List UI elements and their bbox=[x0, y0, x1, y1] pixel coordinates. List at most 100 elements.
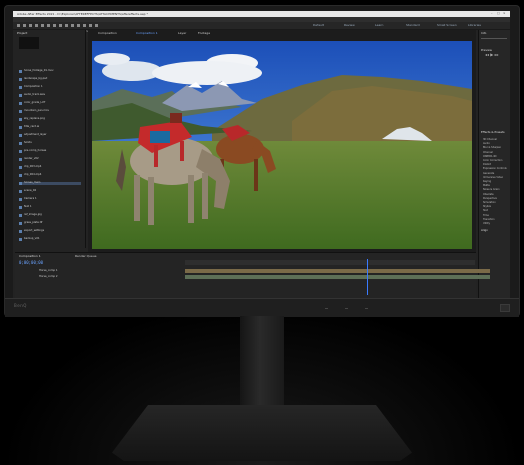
minimize-icon[interactable]: – bbox=[491, 12, 495, 15]
camera-tool-icon[interactable] bbox=[41, 24, 44, 27]
project-panel: Project horse_footage_01.mov landscape_bg… bbox=[15, 30, 86, 248]
eraser-tool-icon[interactable] bbox=[83, 24, 86, 27]
layer-name[interactable]: Horse_comp 2 bbox=[39, 275, 58, 279]
effects-presets-header[interactable]: Effects & Presets bbox=[481, 130, 505, 134]
rotate-tool-icon[interactable] bbox=[35, 24, 38, 27]
effect-category[interactable]: Utility bbox=[483, 222, 490, 225]
hand-tool-icon[interactable] bbox=[23, 24, 26, 27]
project-item[interactable]: Camera 1 bbox=[19, 197, 81, 201]
divider bbox=[481, 38, 507, 39]
tab-footage[interactable]: Footage bbox=[198, 31, 210, 35]
effect-category[interactable]: Blur & Sharpen bbox=[483, 146, 501, 149]
project-item-label: audio_track.wav bbox=[24, 93, 46, 96]
roto-tool-icon[interactable] bbox=[89, 24, 92, 27]
pan-behind-tool-icon[interactable] bbox=[47, 24, 50, 27]
effect-category[interactable]: Color Correction bbox=[483, 159, 502, 162]
active-comp-label[interactable]: Composition 1 bbox=[136, 31, 158, 35]
project-item[interactable]: grass_plate.tif bbox=[19, 221, 81, 225]
tab-layer[interactable]: Layer bbox=[178, 31, 186, 35]
project-item[interactable]: render_v02 bbox=[19, 157, 81, 161]
project-item[interactable]: Null 1 bbox=[19, 205, 81, 209]
project-tab[interactable]: Project bbox=[17, 31, 27, 35]
effect-category[interactable]: Stylize bbox=[483, 205, 491, 208]
effect-category[interactable]: Immersive Video bbox=[483, 176, 503, 179]
workspace-tab[interactable]: Review bbox=[344, 23, 355, 28]
type-tool-icon[interactable] bbox=[65, 24, 68, 27]
project-item[interactable]: sky_replace.png bbox=[19, 117, 81, 121]
workspace-tab[interactable]: Libraries bbox=[468, 23, 481, 28]
project-item[interactable]: backup_v01 bbox=[19, 237, 81, 241]
effect-category[interactable]: Expression Controls bbox=[483, 167, 507, 170]
selection-tool-icon[interactable] bbox=[17, 24, 20, 27]
bezel-button[interactable] bbox=[365, 308, 368, 309]
power-button[interactable] bbox=[500, 304, 510, 312]
effect-category[interactable]: Perspective bbox=[483, 197, 497, 200]
playhead[interactable] bbox=[367, 259, 368, 295]
project-item[interactable]: horses_main bbox=[19, 181, 81, 185]
project-item-label: sky_replace.png bbox=[24, 117, 45, 120]
timecode-display[interactable]: 0;00;00;00 bbox=[19, 260, 43, 265]
file-icon bbox=[19, 134, 22, 137]
puppet-tool-icon[interactable] bbox=[95, 24, 98, 27]
monitor-bezel bbox=[5, 298, 519, 317]
bezel-button[interactable] bbox=[345, 308, 348, 309]
effect-category[interactable]: Keying bbox=[483, 180, 491, 183]
project-item-label: Null 1 bbox=[24, 205, 32, 208]
project-item[interactable]: audio_track.wav bbox=[19, 93, 81, 97]
layer-bar[interactable] bbox=[185, 275, 490, 279]
pen-tool-icon[interactable] bbox=[59, 24, 62, 27]
time-ruler[interactable] bbox=[185, 260, 475, 265]
effect-category[interactable]: Audio bbox=[483, 142, 490, 145]
project-item-label: landscape_bg.psd bbox=[24, 77, 48, 80]
align-panel-header[interactable]: Align bbox=[481, 228, 488, 232]
clone-tool-icon[interactable] bbox=[77, 24, 80, 27]
effect-category[interactable]: Matte bbox=[483, 184, 490, 187]
effect-category[interactable]: Channel bbox=[483, 151, 493, 154]
workspace-tab[interactable]: Default bbox=[313, 23, 324, 28]
project-item[interactable]: Solids bbox=[19, 141, 81, 145]
project-item[interactable]: ref_image.jpg bbox=[19, 213, 81, 217]
maximize-icon[interactable]: □ bbox=[497, 12, 501, 15]
composition-canvas[interactable] bbox=[92, 41, 472, 249]
screen: Adobe After Effects 2021 - D:\Explorer\A… bbox=[13, 11, 510, 298]
bezel-button[interactable] bbox=[325, 308, 328, 309]
tab-render-queue[interactable]: Render Queue bbox=[75, 254, 97, 258]
timeline-panel: Composition 1 Render Queue 0;00;00;00 Ho… bbox=[15, 252, 490, 298]
project-item-label: adjustment_layer bbox=[24, 133, 47, 136]
layer-bar[interactable] bbox=[185, 269, 490, 273]
project-item[interactable]: landscape_bg.psd bbox=[19, 77, 81, 81]
zoom-tool-icon[interactable] bbox=[29, 24, 32, 27]
project-item[interactable]: scene_02 bbox=[19, 189, 81, 193]
project-item[interactable]: clip_004.mp4 bbox=[19, 173, 81, 177]
project-item[interactable]: clip_003.mp4 bbox=[19, 165, 81, 169]
effect-category[interactable]: Simulation bbox=[483, 201, 496, 204]
project-item[interactable]: export_settings bbox=[19, 229, 81, 233]
effect-category[interactable]: Obsolete bbox=[483, 193, 494, 196]
project-item[interactable]: pre-comp_horses bbox=[19, 149, 81, 153]
effect-category[interactable]: Text bbox=[483, 209, 488, 212]
play-controls-icon[interactable]: ◂◂ ▶ ▸▸ bbox=[485, 52, 499, 57]
effect-category[interactable]: Time bbox=[483, 214, 489, 217]
project-item[interactable]: horse_footage_01.mov bbox=[19, 69, 81, 73]
project-item[interactable]: adjustment_layer bbox=[19, 133, 81, 137]
layer-name[interactable]: Horse_comp 1 bbox=[39, 269, 58, 273]
close-icon[interactable]: × bbox=[503, 12, 507, 15]
effect-category[interactable]: 3D Channel bbox=[483, 138, 497, 141]
workspace-tab[interactable]: Small Screen bbox=[437, 23, 457, 28]
project-item[interactable]: Composition 1 bbox=[19, 85, 81, 89]
effect-category[interactable]: Distort bbox=[483, 163, 491, 166]
tab-composition[interactable]: Composition bbox=[98, 31, 117, 35]
rectangle-tool-icon[interactable] bbox=[53, 24, 56, 27]
effect-category[interactable]: Transition bbox=[483, 218, 495, 221]
effect-category[interactable]: Generate bbox=[483, 172, 494, 175]
brush-tool-icon[interactable] bbox=[71, 24, 74, 27]
project-item[interactable]: mountain_pan.mov bbox=[19, 109, 81, 113]
tab-timeline-comp[interactable]: Composition 1 bbox=[19, 254, 41, 258]
effect-category[interactable]: Noise & Grain bbox=[483, 188, 500, 191]
workspace-tab[interactable]: Learn bbox=[375, 23, 383, 28]
project-item[interactable]: title_card.ai bbox=[19, 125, 81, 129]
effect-category[interactable]: CINEMA 4D bbox=[483, 155, 497, 158]
info-panel-header[interactable]: Info bbox=[481, 31, 486, 35]
project-item[interactable]: color_grade_LUT bbox=[19, 101, 81, 105]
workspace-tab[interactable]: Standard bbox=[406, 23, 420, 28]
